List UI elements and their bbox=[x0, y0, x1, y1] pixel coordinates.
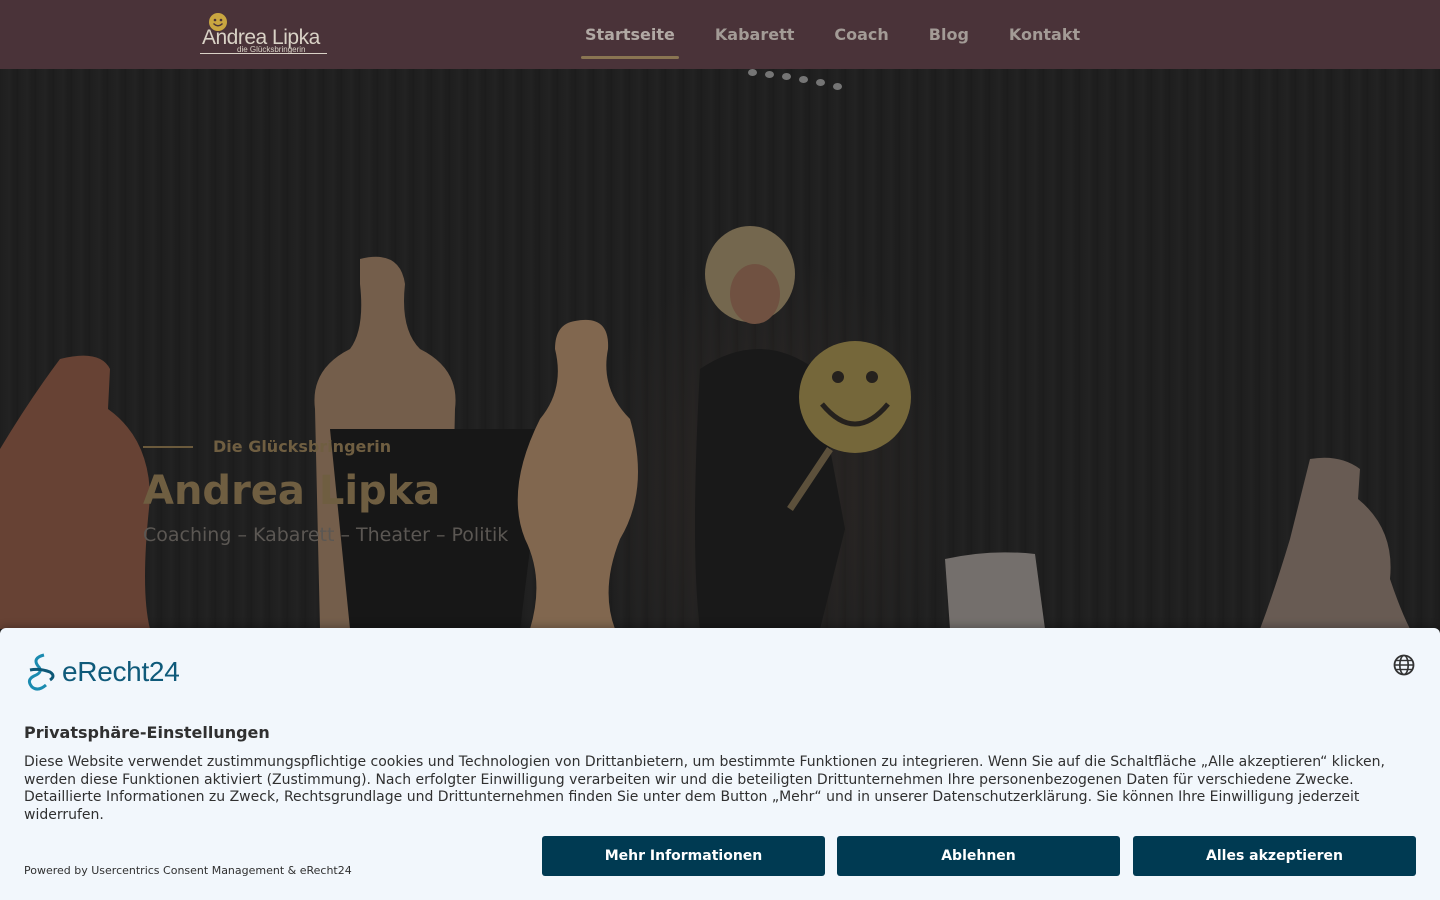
nav-item-kabarett[interactable]: Kabarett bbox=[695, 0, 814, 69]
site-logo[interactable]: Andrea Lipka die Glücksbringerin bbox=[200, 12, 330, 58]
nav-item-coach[interactable]: Coach bbox=[814, 0, 908, 69]
hero-text-block: Die Glücksbringerin Andrea Lipka Coachin… bbox=[143, 437, 508, 546]
more-information-button[interactable]: Mehr Informationen bbox=[542, 836, 825, 876]
nav-item-startseite[interactable]: Startseite bbox=[565, 0, 695, 69]
globe-icon[interactable] bbox=[1392, 653, 1416, 677]
logo-tagline: die Glücksbringerin bbox=[237, 45, 306, 54]
hero-eyebrow: Die Glücksbringerin bbox=[143, 437, 508, 456]
site-header: Andrea Lipka die Glücksbringerin Startse… bbox=[0, 0, 1440, 69]
hero-subtitle: Coaching – Kabarett – Theater – Politik bbox=[143, 524, 509, 546]
nav-item-kontakt[interactable]: Kontakt bbox=[989, 0, 1100, 69]
consent-title: Privatsphäre-Einstellungen bbox=[24, 723, 270, 742]
nav-item-blog[interactable]: Blog bbox=[909, 0, 989, 69]
consent-description: Diese Website verwendet zustimmungspflic… bbox=[24, 754, 1385, 823]
erecht24-brand: eRecht24 bbox=[24, 652, 180, 692]
hero-eyebrow-text: Die Glücksbringerin bbox=[213, 437, 392, 456]
eyebrow-divider bbox=[143, 445, 193, 448]
erecht24-logo-icon bbox=[27, 653, 55, 691]
cookie-consent-banner: eRecht24 Privatsphäre-Einstellungen Dies… bbox=[0, 628, 1440, 900]
erecht24-brand-text: eRecht24 bbox=[62, 656, 180, 687]
main-nav: Startseite Kabarett Coach Blog Kontakt bbox=[565, 0, 1100, 69]
accept-all-button[interactable]: Alles akzeptieren bbox=[1133, 836, 1416, 876]
powered-by-text: Powered by Usercentrics Consent Manageme… bbox=[24, 864, 352, 877]
deny-button[interactable]: Ablehnen bbox=[837, 836, 1120, 876]
hero-title: Andrea Lipka bbox=[143, 468, 441, 514]
